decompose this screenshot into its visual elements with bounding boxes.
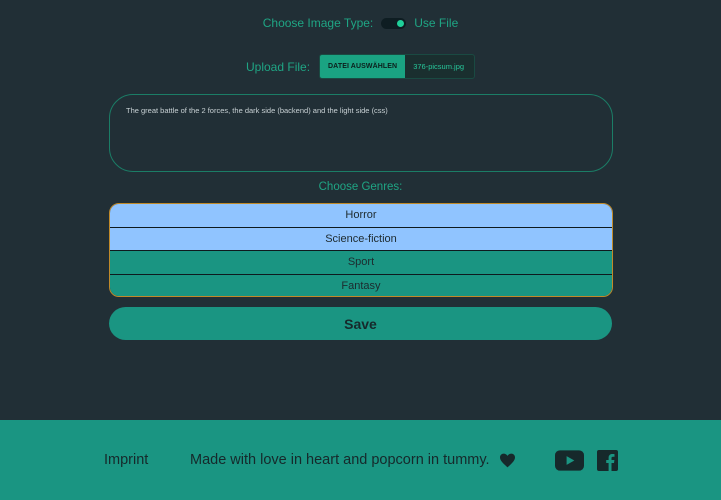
toggle-knob [397, 19, 405, 27]
save-button[interactable]: Save [109, 307, 612, 340]
genre-option-science-fiction[interactable]: Science-fiction [110, 227, 612, 251]
choose-file-button[interactable]: DATEI AUSWÄHLEN [320, 55, 406, 78]
imprint-link[interactable]: Imprint [104, 452, 148, 468]
footer-tagline: Made with love in heart and popcorn in t… [190, 452, 490, 468]
genres-label: Choose Genres: [318, 181, 403, 193]
footer: Imprint Made with love in heart and popc… [0, 420, 721, 500]
image-type-label: Choose Image Type: [262, 16, 374, 30]
upload-row: Upload File: DATEI AUSWÄHLEN 376-picsum.… [246, 54, 476, 79]
selected-file-name: 376-picsum.jpg [413, 62, 465, 71]
youtube-icon[interactable] [555, 450, 584, 471]
file-input[interactable]: DATEI AUSWÄHLEN 376-picsum.jpg [319, 54, 476, 79]
image-type-row: Choose Image Type: Use File [0, 15, 721, 31]
genre-option-fantasy[interactable]: Fantasy [110, 274, 612, 296]
description-textarea[interactable]: The great battle of the 2 forces, the da… [109, 94, 613, 172]
genre-option-horror[interactable]: Horror [110, 204, 612, 228]
genre-option-sport[interactable]: Sport [110, 251, 612, 275]
use-file-label: Use File [414, 16, 459, 30]
main-content: Choose Image Type: Use File Upload File:… [0, 0, 721, 420]
genre-select-list[interactable]: Horror Science-fiction Sport Fantasy [109, 203, 613, 297]
image-type-toggle[interactable] [381, 17, 407, 29]
heart-icon [500, 453, 515, 468]
upload-label: Upload File: [246, 59, 311, 74]
facebook-icon[interactable] [597, 450, 618, 471]
